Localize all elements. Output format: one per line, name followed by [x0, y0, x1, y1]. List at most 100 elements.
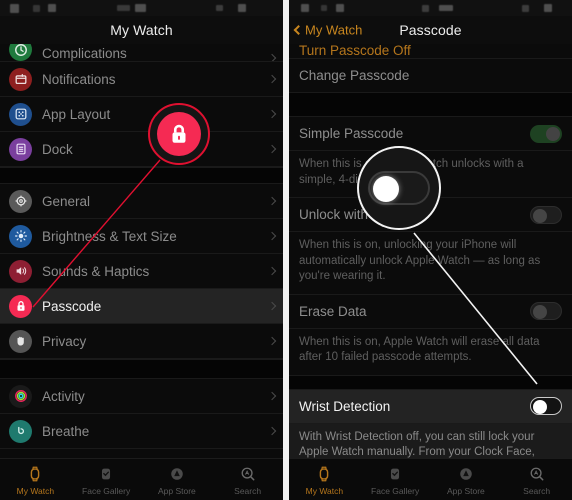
watch-icon — [25, 464, 45, 484]
toggle-knob — [373, 176, 399, 202]
row-label: Erase Data — [299, 303, 367, 319]
app-store-icon — [456, 464, 476, 484]
unlock-with-iphone-toggle[interactable] — [530, 205, 562, 224]
face-gallery-icon — [96, 464, 116, 484]
sidebar-item-passcode[interactable]: Passcode — [0, 289, 283, 324]
status-block — [10, 4, 19, 13]
chevron-left-icon — [293, 25, 304, 35]
list-section-gap — [289, 93, 572, 117]
status-block — [522, 5, 529, 12]
turn-passcode-off-button[interactable]: Turn Passcode Off — [289, 44, 572, 59]
sidebar-item-dock[interactable]: Dock — [0, 132, 283, 167]
chevron-right-icon — [267, 74, 277, 84]
breathe-icon — [9, 419, 32, 443]
status-block — [422, 5, 429, 12]
sidebar-item-notifications[interactable]: Notifications — [0, 62, 283, 97]
privacy-hand-icon — [9, 329, 32, 353]
toggle-knob — [533, 208, 547, 223]
app-store-icon — [167, 464, 187, 484]
right-nav-bar: My Watch Passcode — [289, 16, 572, 44]
tab-my-watch[interactable]: My Watch — [0, 464, 71, 496]
status-block — [216, 5, 223, 11]
sidebar-item-complications[interactable]: Complications — [0, 44, 283, 62]
tab-label: Search — [234, 485, 262, 496]
erase-data-row[interactable]: Erase Data — [289, 295, 572, 329]
chevron-right-icon — [267, 391, 277, 401]
left-nav-bar: My Watch — [0, 16, 283, 44]
tab-search[interactable]: Search — [212, 464, 283, 496]
status-block — [301, 4, 309, 12]
tab-label: My Watch — [305, 485, 344, 496]
back-button-label: My Watch — [305, 22, 363, 38]
left-phone-panel: My Watch Complications Notifications App… — [0, 0, 283, 500]
tab-my-watch[interactable]: My Watch — [289, 464, 360, 496]
sidebar-item-privacy[interactable]: Privacy — [0, 324, 283, 359]
wrist-detection-toggle-magnifier — [357, 146, 441, 230]
tab-face-gallery[interactable]: Face Gallery — [71, 464, 142, 496]
list-section-gap — [0, 359, 283, 379]
erase-data-toggle[interactable] — [530, 302, 562, 321]
unlock-with-iphone-description: When this is on, unlocking your iPhone w… — [289, 232, 572, 295]
row-label: Change Passcode — [299, 68, 410, 83]
tab-label: My Watch — [16, 485, 55, 496]
row-label: Simple Passcode — [299, 126, 404, 141]
status-block — [33, 5, 40, 12]
tab-bar-right: My Watch Face Gallery App Store Search — [289, 458, 572, 500]
tab-app-store[interactable]: App Store — [431, 464, 502, 496]
magnified-toggle — [368, 171, 430, 205]
face-gallery-icon — [385, 464, 405, 484]
back-button[interactable]: My Watch — [293, 22, 363, 38]
tab-face-gallery[interactable]: Face Gallery — [360, 464, 431, 496]
chevron-right-icon — [267, 109, 277, 119]
complications-icon — [9, 44, 32, 61]
tab-label: App Store — [157, 485, 196, 496]
page-title: Passcode — [399, 22, 462, 38]
change-passcode-button[interactable]: Change Passcode — [289, 59, 572, 93]
wrist-detection-row[interactable]: Wrist Detection — [289, 389, 572, 424]
row-label: Wrist Detection — [299, 398, 391, 414]
sidebar-item-label: Breathe — [42, 423, 90, 439]
tab-search[interactable]: Search — [501, 464, 572, 496]
sidebar-item-label: Activity — [42, 388, 85, 404]
passcode-lock-magnifier — [148, 103, 210, 165]
sidebar-item-breathe[interactable]: Breathe — [0, 414, 283, 449]
sidebar-item-general[interactable]: General — [0, 184, 283, 219]
gear-icon — [9, 189, 32, 213]
chevron-right-icon — [267, 301, 277, 311]
sidebar-item-app-layout[interactable]: App Layout — [0, 97, 283, 132]
page-title: My Watch — [110, 22, 173, 38]
toggle-knob — [533, 305, 547, 320]
lock-icon — [157, 112, 201, 156]
passcode-settings-list: Turn Passcode Off Change Passcode Simple… — [289, 44, 572, 500]
tab-bar-left: My Watch Face Gallery App Store Search — [0, 458, 283, 500]
simple-passcode-row[interactable]: Simple Passcode — [289, 117, 572, 151]
sidebar-item-brightness[interactable]: Brightness & Text Size — [0, 219, 283, 254]
row-label: Turn Passcode Off — [299, 44, 411, 58]
status-bar-left — [0, 0, 283, 16]
sidebar-item-label: Privacy — [42, 333, 87, 349]
sidebar-item-label: Passcode — [42, 298, 102, 314]
notifications-icon — [9, 67, 32, 91]
lock-icon — [9, 294, 32, 318]
chevron-right-icon — [267, 426, 277, 436]
status-block — [321, 5, 327, 11]
chevron-right-icon — [267, 336, 277, 346]
sidebar-item-sounds[interactable]: Sounds & Haptics — [0, 254, 283, 289]
simple-passcode-toggle[interactable] — [530, 124, 562, 143]
status-block — [238, 4, 246, 12]
sidebar-item-label: Sounds & Haptics — [42, 263, 150, 279]
tab-label: Search — [523, 485, 551, 496]
right-phone-panel: My Watch Passcode Turn Passcode Off Chan… — [289, 0, 572, 500]
sidebar-item-label: Brightness & Text Size — [42, 228, 177, 244]
wrist-detection-toggle[interactable] — [530, 397, 562, 416]
list-section-gap — [289, 375, 572, 390]
app-screenshot: My Watch Complications Notifications App… — [0, 0, 572, 500]
status-block — [439, 5, 453, 11]
sidebar-item-activity[interactable]: Activity — [0, 379, 283, 414]
tab-app-store[interactable]: App Store — [142, 464, 213, 496]
chevron-right-icon — [267, 144, 277, 154]
status-block — [544, 4, 552, 12]
tab-label: Face Gallery — [371, 485, 420, 496]
watch-icon — [314, 464, 334, 484]
list-section-gap — [0, 167, 283, 184]
